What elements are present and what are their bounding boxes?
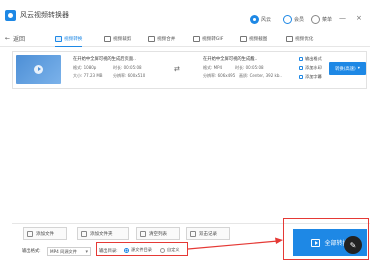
- output-dir-label: 输出目录:: [99, 249, 118, 254]
- tab-video-cut[interactable]: 视频裁剪: [104, 34, 131, 44]
- shuffle-icon: ⇄: [174, 65, 180, 73]
- tab-video-optimize[interactable]: 视频优化: [286, 34, 313, 44]
- output-resolution: 分辨率: 606x495: [203, 73, 236, 78]
- add-folder-icon: [81, 230, 87, 237]
- action-add-watermark[interactable]: 添加水印: [299, 65, 322, 71]
- add-folder-button[interactable]: 添加文件夹: [77, 227, 129, 240]
- tab-video-merge[interactable]: 视频合并: [148, 34, 175, 44]
- chevron-down-icon: ▾: [357, 66, 360, 71]
- edit-icon[interactable]: ✎: [250, 56, 255, 63]
- source-duration: 时长: 00:05:08: [113, 65, 142, 70]
- add-file-button[interactable]: 添加文件: [23, 227, 67, 240]
- close-button[interactable]: ×: [356, 13, 362, 23]
- action-label: 输出格式: [305, 56, 322, 61]
- member-label: 会员: [294, 16, 305, 23]
- radio-unchecked-icon: [160, 247, 165, 253]
- back-button[interactable]: ← 返回: [5, 34, 25, 43]
- action-output-format[interactable]: 输出格式: [299, 56, 322, 62]
- tab-label: 视频裁剪: [113, 37, 132, 42]
- radio-custom-dir[interactable]: 自定义: [160, 247, 180, 253]
- clear-list-icon: [140, 230, 146, 237]
- convert-single-label: 转换(高速): [335, 66, 356, 72]
- title-bar: 风云视频转换器 风云 会员 菜单 — ×: [0, 0, 370, 30]
- output-duration: 时长: 00:05:08: [235, 65, 264, 70]
- output-format: 格式: MP4: [203, 65, 223, 70]
- gif-icon: [193, 36, 200, 42]
- tab-label: 视频合并: [157, 37, 176, 42]
- user-label: 风云: [261, 16, 272, 23]
- radio-source-label: 源文件目录: [131, 247, 152, 252]
- tab-bar: ← 返回 视频转换 视频裁剪 视频合并 视频转GIF 视频截图 视频优化: [0, 33, 370, 47]
- output-format-value: MP4 同源文件: [50, 248, 77, 254]
- member-button[interactable]: 会员: [283, 13, 304, 25]
- back-arrow-icon: ←: [5, 35, 11, 42]
- history-icon: [190, 230, 196, 237]
- member-icon: [283, 14, 292, 24]
- output-format-label: 输出格式:: [22, 249, 41, 254]
- convert-play-icon: [311, 238, 321, 247]
- merge-icon: [148, 36, 155, 42]
- settings-icon: [299, 57, 303, 61]
- play-icon[interactable]: [34, 65, 43, 74]
- output-quality: 画质: Center, 392 kb..: [239, 73, 282, 78]
- menu-label: 菜单: [322, 16, 333, 23]
- action-label: 添加水印: [305, 65, 322, 70]
- optimize-icon: [286, 36, 293, 42]
- tab-label: 视频转GIF: [202, 37, 224, 42]
- clear-list-label: 清空列表: [149, 231, 167, 237]
- add-file-icon: [27, 230, 33, 237]
- add-file-label: 添加文件: [36, 231, 54, 237]
- menu-icon: [311, 14, 320, 24]
- radio-custom-label: 自定义: [167, 247, 180, 252]
- clear-list-button[interactable]: 清空列表: [136, 227, 180, 240]
- menu-button[interactable]: 菜单: [311, 13, 332, 25]
- tab-label: 视频转换: [64, 37, 83, 42]
- action-label: 添加字幕: [305, 74, 322, 79]
- radio-checked-icon: [124, 247, 129, 253]
- minimize-button[interactable]: —: [339, 13, 346, 23]
- convert-single-button[interactable]: 转换(高速) ▾: [329, 62, 366, 75]
- source-file-name: 在开始中全屏可视的生成后页面..: [73, 57, 136, 62]
- tab-video-gif[interactable]: 视频转GIF: [193, 34, 223, 44]
- action-add-subtitle[interactable]: 添加字幕: [299, 74, 322, 80]
- convert-icon: [55, 36, 62, 42]
- cut-icon: [104, 36, 111, 42]
- history-label: 双击记录: [199, 231, 217, 237]
- user-button[interactable]: 风云: [250, 13, 271, 25]
- file-row[interactable]: 在开始中全屏可视的生成后页面.. 格式: 1080p 时长: 00:05:08 …: [12, 51, 367, 89]
- app-title: 风云视频转换器: [20, 11, 69, 19]
- radio-source-dir[interactable]: 源文件目录: [124, 247, 152, 253]
- tab-label: 视频优化: [295, 37, 314, 42]
- tab-video-screenshot[interactable]: 视频截图: [240, 34, 267, 44]
- watermark-icon: [299, 66, 303, 70]
- screenshot-icon: [240, 36, 247, 42]
- video-thumbnail[interactable]: [16, 55, 61, 84]
- app-logo-icon: [5, 10, 16, 21]
- source-size: 大小: 77.23 MB: [73, 73, 103, 78]
- source-format: 格式: 1080p: [73, 65, 97, 70]
- back-label: 返回: [13, 36, 26, 43]
- add-folder-label: 添加文件夹: [90, 231, 113, 237]
- tab-label: 视频截图: [249, 37, 268, 42]
- history-button[interactable]: 双击记录: [186, 227, 230, 240]
- user-icon: [250, 14, 259, 24]
- source-resolution: 分辨率: 600x510: [113, 73, 146, 78]
- compose-icon[interactable]: ✎: [344, 236, 362, 254]
- output-format-select[interactable]: MP4 同源文件: [47, 247, 91, 256]
- subtitle-icon: [299, 75, 303, 79]
- tab-video-convert[interactable]: 视频转换: [55, 34, 83, 47]
